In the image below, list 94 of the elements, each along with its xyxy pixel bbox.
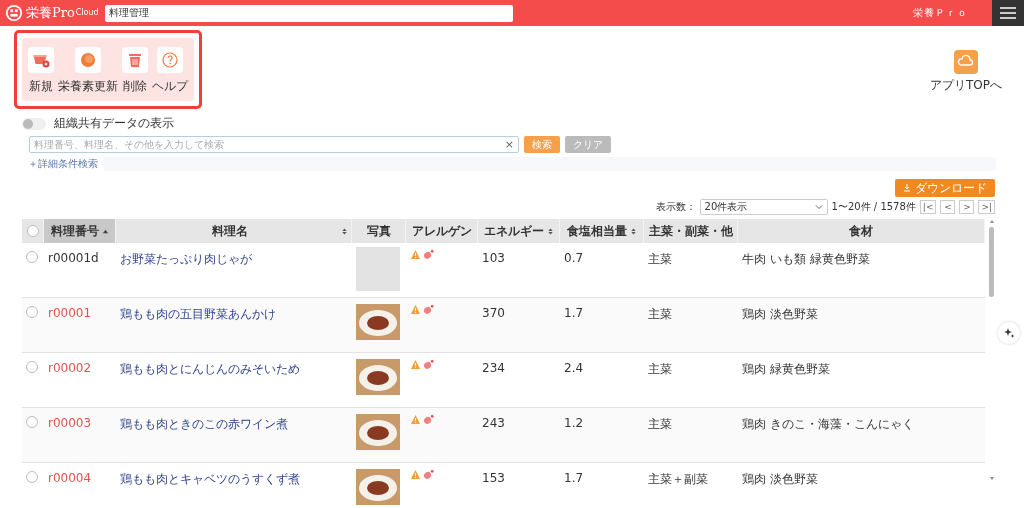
ai-assistant-button[interactable] [998, 322, 1020, 344]
warning-icon [410, 304, 421, 315]
column-title: 食材 [849, 222, 873, 240]
meat-icon [423, 414, 434, 425]
search-field[interactable]: 料理番号、料理名、その他を入力して検索 × [29, 136, 519, 153]
salt-cell-text: 1.7 [563, 305, 585, 322]
recipe-code: r00001d [48, 251, 99, 265]
recipe-name-link[interactable]: 鶏もも肉の五目野菜あんかけ [120, 307, 276, 321]
sort-icon[interactable] [629, 227, 637, 235]
column-title: エネルギー [483, 222, 544, 240]
salt-cell-text: 0.7 [563, 250, 585, 267]
logo-superscript: Cloud [75, 8, 99, 17]
recipe-name-link[interactable]: 鶏もも肉とにんじんのみそいため [120, 362, 300, 376]
row-checkbox[interactable] [26, 471, 38, 483]
energy-cell-text: 370 [481, 305, 506, 322]
sort-icon[interactable] [546, 227, 554, 235]
menu-button[interactable] [992, 0, 1024, 26]
ingredients-cell-text: 鶏肉 緑黄色野菜 [741, 361, 831, 378]
scrollbar[interactable] [988, 219, 996, 481]
column-title: 主菜・副菜・他 [648, 222, 733, 240]
salt-cell-text: 1.2 [563, 415, 585, 432]
ingredients-cell-text: 鶏肉 きのこ・海藻・こんにゃく [741, 416, 915, 433]
column-title: 食塩相当量 [566, 222, 627, 240]
ingredients-cell-text: 牛肉 いも類 緑黄色野菜 [741, 251, 871, 268]
sort-ascending-icon[interactable] [101, 227, 109, 235]
help-icon [160, 50, 180, 70]
category-cell-text: 主菜 [647, 251, 673, 268]
recipe-name-link[interactable]: 鶏もも肉とキャベツのうすくず煮 [120, 472, 300, 486]
menu-icon [1000, 7, 1016, 19]
range-text: 1〜20件 / 1578件 [831, 200, 916, 214]
meat-icon [423, 249, 434, 260]
energy-cell-text: 243 [481, 415, 506, 432]
shared-data-toggle[interactable] [22, 117, 46, 130]
category-cell-text: 主菜＋副菜 [647, 471, 709, 488]
column-header[interactable]: エネルギー [478, 219, 560, 243]
warning-icon [410, 249, 421, 260]
column-title: 料理名 [212, 222, 248, 240]
category-cell-text: 主菜 [647, 416, 673, 433]
ingredients-cell-text: 鶏肉 淡色野菜 [741, 306, 819, 323]
column-header[interactable]: 料理番号 [44, 219, 116, 243]
column-header[interactable]: 料理名 [116, 219, 352, 243]
select-all-checkbox[interactable] [26, 225, 39, 237]
recipe-code: r00001 [48, 306, 92, 320]
toolbar-button[interactable]: ヘルプ [152, 47, 188, 95]
salt-cell-text: 2.4 [563, 360, 585, 377]
meat-icon [423, 304, 434, 315]
cloud-icon [954, 50, 978, 74]
row-checkbox[interactable] [26, 251, 38, 263]
warning-icon [410, 359, 421, 370]
energy-cell-text: 234 [481, 360, 506, 377]
meat-icon [423, 359, 434, 370]
row-checkbox[interactable] [26, 416, 38, 428]
column-header[interactable]: 食塩相当量 [560, 219, 644, 243]
pagination-button[interactable]: > [959, 200, 975, 214]
recipe-code: r00003 [48, 416, 92, 430]
warning-icon [410, 469, 421, 480]
energy-cell-text: 153 [481, 470, 506, 487]
row-checkbox[interactable] [26, 306, 38, 318]
toggle-label: 組織共有データの表示 [54, 115, 174, 132]
column-title: 写真 [366, 222, 391, 240]
salt-cell-text: 1.7 [563, 470, 585, 487]
category-cell-text: 主菜 [647, 306, 673, 323]
row-checkbox[interactable] [26, 361, 38, 373]
recipe-name-link[interactable]: 鶏もも肉ときのこの赤ワイン煮 [120, 417, 288, 431]
recipe-code: r00002 [48, 361, 92, 375]
logo-text: 栄養Pro [26, 4, 75, 22]
toolbar-button[interactable]: 栄養素更新 [58, 47, 118, 95]
energy-cell-text: 103 [481, 250, 506, 267]
pagination-button[interactable]: < [940, 200, 956, 214]
app-top-button[interactable]: アプリTOPへ [930, 50, 1002, 94]
meat-icon [423, 469, 434, 480]
user-label: 栄養Ｐｒｏ [913, 6, 968, 20]
scroll-up-icon[interactable] [989, 219, 995, 225]
scroll-down-icon[interactable] [989, 475, 995, 481]
column-title: アレルゲン [411, 222, 472, 240]
page-size-dropdown[interactable]: 20件表示 [699, 199, 828, 215]
pagination-button[interactable]: >| [978, 200, 995, 214]
recipe-code: r00004 [48, 471, 92, 485]
download-icon [903, 184, 911, 192]
warning-icon [410, 414, 421, 425]
ingredients-cell-text: 鶏肉 淡色野菜 [741, 471, 819, 488]
sort-icon[interactable] [341, 227, 348, 235]
pagination-button[interactable]: |< [919, 200, 937, 214]
chevron-down-icon [814, 203, 823, 211]
recipe-name-link[interactable]: お野菜たっぷり肉じゃが [120, 252, 252, 266]
logo-icon [5, 4, 23, 22]
category-cell-text: 主菜 [647, 361, 673, 378]
sparkle-icon [1003, 327, 1015, 339]
clear-icon[interactable]: × [504, 138, 514, 151]
page-title-field: 料理管理 [104, 4, 513, 22]
page-size-label: 表示数： [655, 200, 696, 214]
fruit-icon [78, 50, 98, 70]
column-title: 料理番号 [50, 222, 99, 240]
advanced-search-link[interactable]: ＋詳細条件検索 [28, 156, 104, 172]
